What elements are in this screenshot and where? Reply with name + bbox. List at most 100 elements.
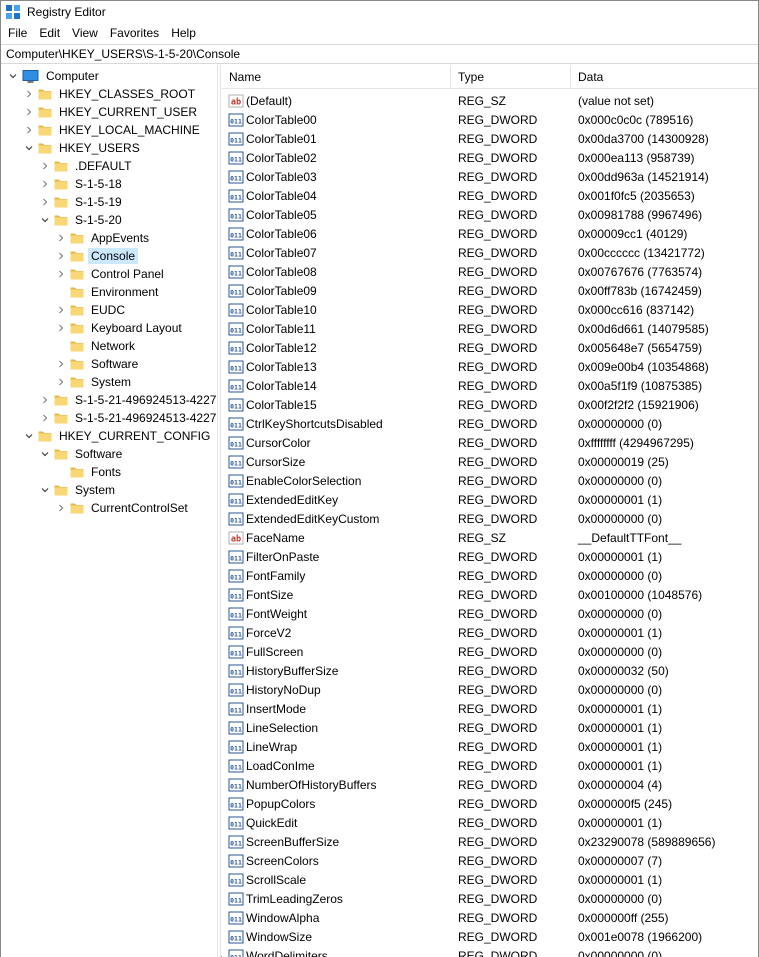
address-path[interactable]: Computer\HKEY_USERS\S-1-5-20\Console [6, 47, 240, 61]
value-row[interactable]: 011 ColorTable05 REG_DWORD 0x00981788 (9967… [222, 205, 758, 224]
value-row[interactable]: 011 ScreenColors REG_DWORD 0x00000007 (7) [222, 851, 758, 870]
value-row[interactable]: 011 FontSize REG_DWORD 0x00100000 (1048576) [222, 585, 758, 604]
tree-node-label[interactable]: HKEY_USERS [56, 140, 143, 156]
tree-node-environment[interactable]: Environment [55, 283, 161, 301]
value-row[interactable]: 011 PopupColors REG_DWORD 0x000000f5 (245) [222, 794, 758, 813]
tree-node-fonts[interactable]: Fonts [55, 463, 124, 481]
chevron-right-icon[interactable] [23, 103, 35, 121]
value-row[interactable]: 011 ColorTable14 REG_DWORD 0x00a5f1f9 (1087… [222, 376, 758, 395]
chevron-right-icon[interactable] [23, 121, 35, 139]
tree-node-keyboard-layout[interactable]: Keyboard Layout [55, 319, 185, 337]
tree-node-s-1-5-21-496924513-42279[interactable]: S-1-5-21-496924513-42279 [39, 391, 217, 409]
value-name-cell[interactable]: 011 EnableColorSelection [222, 474, 451, 488]
title-bar[interactable]: Registry Editor [1, 1, 758, 23]
value-row[interactable]: 011 CursorColor REG_DWORD 0xffffffff (42949… [222, 433, 758, 452]
value-name-cell[interactable]: 011 ColorTable05 [222, 208, 451, 222]
value-name-cell[interactable]: 011 CursorSize [222, 455, 451, 469]
chevron-right-icon[interactable] [55, 319, 67, 337]
value-row[interactable]: 011 ScrollScale REG_DWORD 0x00000001 (1) [222, 870, 758, 889]
tree-node-label[interactable]: Environment [88, 284, 161, 300]
chevron-right-icon[interactable] [23, 85, 35, 103]
value-row[interactable]: ab FaceName REG_SZ __DefaultTTFont__ [222, 528, 758, 547]
value-name-cell[interactable]: 011 ColorTable06 [222, 227, 451, 241]
value-row[interactable]: 011 ColorTable03 REG_DWORD 0x00dd963a (1452… [222, 167, 758, 186]
value-name-cell[interactable]: 011 InsertMode [222, 702, 451, 716]
values-list-pane[interactable]: Name Type Data ab (Default) REG_SZ (value n… [222, 65, 758, 957]
value-name-cell[interactable]: 011 ColorTable10 [222, 303, 451, 317]
chevron-down-icon[interactable] [39, 481, 51, 499]
tree-node-hkey-current-config[interactable]: HKEY_CURRENT_CONFIG [23, 427, 213, 445]
value-name-cell[interactable]: 011 ExtendedEditKey [222, 493, 451, 507]
value-row[interactable]: 011 ForceV2 REG_DWORD 0x00000001 (1) [222, 623, 758, 642]
value-row[interactable]: 011 ColorTable01 REG_DWORD 0x00da3700 (1430… [222, 129, 758, 148]
column-header-data[interactable]: Data [571, 65, 758, 89]
tree-node-computer[interactable]: Computer [7, 67, 102, 85]
tree-node-system[interactable]: System [39, 481, 118, 499]
value-row[interactable]: 011 EnableColorSelection REG_DWORD 0x000000… [222, 471, 758, 490]
value-row[interactable]: 011 HistoryBufferSize REG_DWORD 0x00000032 … [222, 661, 758, 680]
value-name-cell[interactable]: 011 HistoryNoDup [222, 683, 451, 697]
value-row[interactable]: 011 ColorTable04 REG_DWORD 0x001f0fc5 (2035… [222, 186, 758, 205]
tree-node-label[interactable]: HKEY_LOCAL_MACHINE [56, 122, 203, 138]
tree-node-s-1-5-20[interactable]: S-1-5-20 [39, 211, 125, 229]
tree-node-label[interactable]: Software [88, 356, 141, 372]
column-header-name[interactable]: Name [222, 65, 451, 89]
value-row[interactable]: 011 FilterOnPaste REG_DWORD 0x00000001 (1) [222, 547, 758, 566]
tree-node-label[interactable]: Control Panel [88, 266, 167, 282]
key-tree-pane[interactable]: Computer HKEY_CLASSES_ROOT HKEY_CURRENT_US… [1, 65, 217, 957]
value-row[interactable]: 011 QuickEdit REG_DWORD 0x00000001 (1) [222, 813, 758, 832]
value-row[interactable]: 011 ScreenBufferSize REG_DWORD 0x23290078 (… [222, 832, 758, 851]
tree-node-hkey-current-user[interactable]: HKEY_CURRENT_USER [23, 103, 200, 121]
tree-node-label[interactable]: HKEY_CURRENT_CONFIG [56, 428, 213, 444]
menu-edit[interactable]: Edit [33, 23, 66, 43]
value-name-cell[interactable]: 011 FontSize [222, 588, 451, 602]
value-row[interactable]: 011 FontFamily REG_DWORD 0x00000000 (0) [222, 566, 758, 585]
chevron-right-icon[interactable] [39, 193, 51, 211]
menu-file[interactable]: File [1, 23, 33, 43]
value-name-cell[interactable]: 011 ScreenBufferSize [222, 835, 451, 849]
tree-node-label[interactable]: Console [88, 248, 139, 264]
value-name-cell[interactable]: 011 FontWeight [222, 607, 451, 621]
value-name-cell[interactable]: 011 FilterOnPaste [222, 550, 451, 564]
tree-node-label[interactable]: AppEvents [88, 230, 152, 246]
value-name-cell[interactable]: 011 ColorTable12 [222, 341, 451, 355]
value-name-cell[interactable]: 011 FontFamily [222, 569, 451, 583]
column-header-type[interactable]: Type [451, 65, 571, 89]
chevron-down-icon[interactable] [23, 427, 35, 445]
value-name-cell[interactable]: 011 FullScreen [222, 645, 451, 659]
tree-node-hkey-users[interactable]: HKEY_USERS [23, 139, 143, 157]
value-row[interactable]: 011 ColorTable07 REG_DWORD 0x00cccccc (1342… [222, 243, 758, 262]
menu-view[interactable]: View [66, 23, 104, 43]
value-row[interactable]: 011 FontWeight REG_DWORD 0x00000000 (0) [222, 604, 758, 623]
tree-node-s-1-5-19[interactable]: S-1-5-19 [39, 193, 125, 211]
value-name-cell[interactable]: 011 ScreenColors [222, 854, 451, 868]
tree-node-system[interactable]: System [55, 373, 134, 391]
tree-node-label[interactable]: HKEY_CLASSES_ROOT [56, 86, 198, 102]
value-row[interactable]: 011 HistoryNoDup REG_DWORD 0x00000000 (0) [222, 680, 758, 699]
value-row[interactable]: 011 FullScreen REG_DWORD 0x00000000 (0) [222, 642, 758, 661]
value-row[interactable]: 011 ExtendedEditKey REG_DWORD 0x00000001 (1… [222, 490, 758, 509]
value-row[interactable]: 011 CursorSize REG_DWORD 0x00000019 (25) [222, 452, 758, 471]
chevron-right-icon[interactable] [55, 355, 67, 373]
tree-node-label[interactable]: Computer [43, 68, 102, 84]
value-name-cell[interactable]: 011 WordDelimiters [222, 949, 451, 957]
value-name-cell[interactable]: 011 ColorTable15 [222, 398, 451, 412]
value-row[interactable]: 011 ColorTable08 REG_DWORD 0x00767676 (7763… [222, 262, 758, 281]
tree-node-control-panel[interactable]: Control Panel [55, 265, 167, 283]
value-name-cell[interactable]: 011 LineWrap [222, 740, 451, 754]
value-row[interactable]: 011 WordDelimiters REG_DWORD 0x00000000 (0) [222, 946, 758, 957]
value-name-cell[interactable]: 011 ColorTable09 [222, 284, 451, 298]
value-row[interactable]: 011 WindowSize REG_DWORD 0x001e0078 (196620… [222, 927, 758, 946]
value-name-cell[interactable]: 011 ScrollScale [222, 873, 451, 887]
value-name-cell[interactable]: 011 LineSelection [222, 721, 451, 735]
tree-node-label[interactable]: S-1-5-19 [72, 194, 125, 210]
value-row[interactable]: 011 LoadConIme REG_DWORD 0x00000001 (1) [222, 756, 758, 775]
chevron-right-icon[interactable] [39, 409, 51, 427]
value-name-cell[interactable]: 011 ColorTable00 [222, 113, 451, 127]
tree-node-label[interactable]: HKEY_CURRENT_USER [56, 104, 200, 120]
value-name-cell[interactable]: 011 ColorTable11 [222, 322, 451, 336]
value-row[interactable]: 011 ColorTable06 REG_DWORD 0x00009cc1 (4012… [222, 224, 758, 243]
chevron-down-icon[interactable] [39, 211, 51, 229]
chevron-right-icon[interactable] [39, 391, 51, 409]
tree-node-eudc[interactable]: EUDC [55, 301, 128, 319]
